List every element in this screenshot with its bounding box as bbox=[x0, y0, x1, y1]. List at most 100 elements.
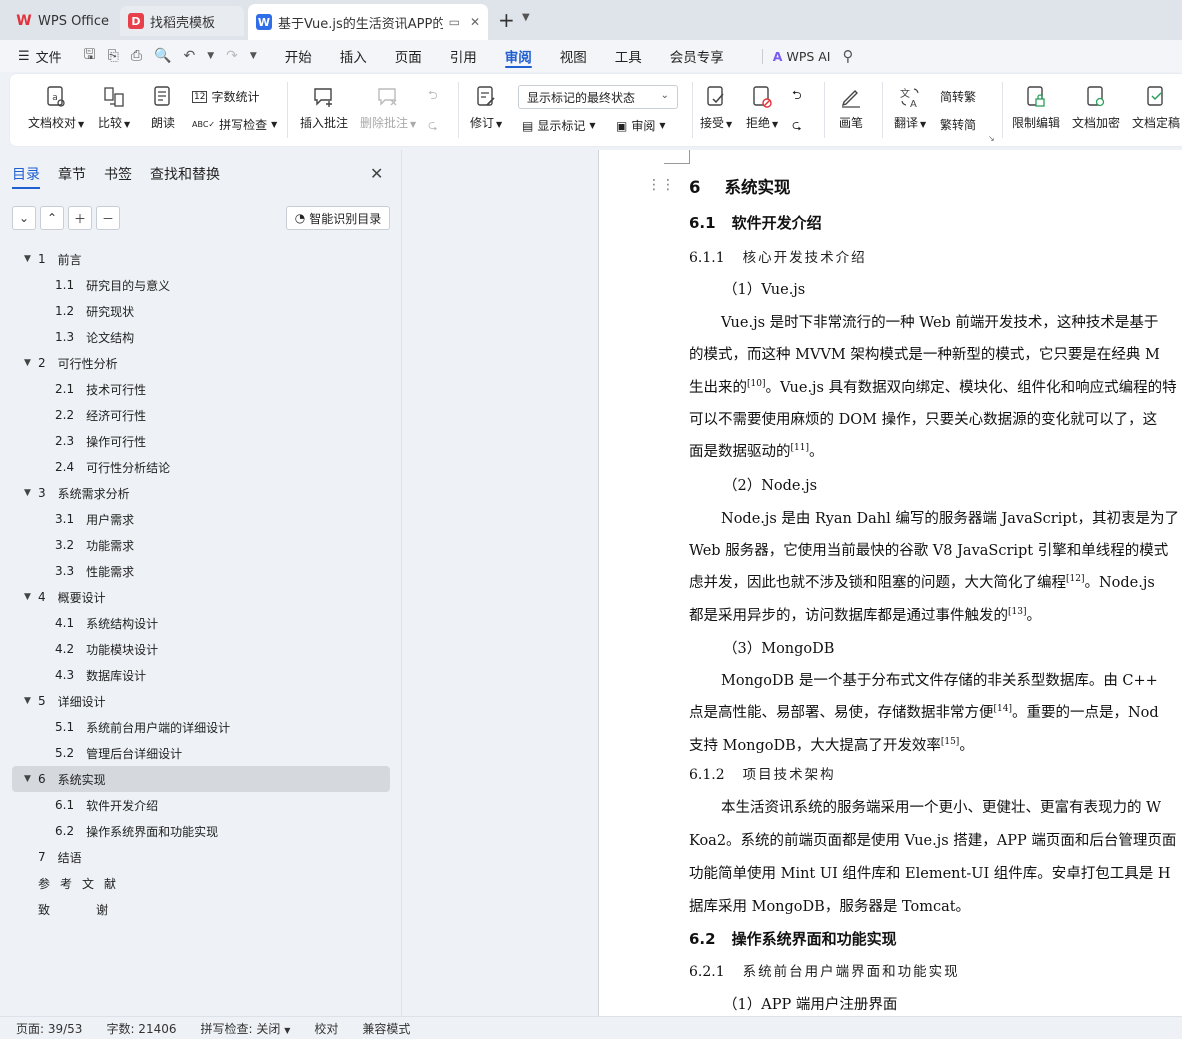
citation-ref[interactable]: [15] bbox=[941, 737, 959, 747]
doc-check-button[interactable]: a 文档校对 ▼ bbox=[28, 74, 84, 131]
close-tab-icon[interactable]: ✕ bbox=[470, 15, 480, 29]
drag-handle-icon[interactable]: ⋮⋮ bbox=[647, 177, 675, 193]
page-indicator[interactable]: 页面: 39/53 bbox=[16, 1020, 82, 1037]
toc-item[interactable]: 2.3 操作可行性 bbox=[12, 428, 390, 454]
print-icon[interactable]: ⎙ bbox=[131, 48, 142, 64]
toc-item[interactable]: 4.3 数据库设计 bbox=[12, 662, 390, 688]
read-aloud-button[interactable]: 朗读 bbox=[150, 74, 176, 131]
toc-item[interactable]: 6.1 软件开发介绍 bbox=[12, 792, 390, 818]
menu-tab-insert[interactable]: 插入 bbox=[340, 40, 367, 72]
new-tab-icon[interactable]: + bbox=[498, 8, 515, 32]
insert-comment-button[interactable]: 插入批注 bbox=[300, 74, 348, 131]
tab-docer-templates[interactable]: D 找稻壳模板 bbox=[120, 6, 244, 36]
toc-item[interactable]: ▼ 1 前言 bbox=[12, 246, 390, 272]
previous-comment-icon[interactable]: ⮌ bbox=[428, 86, 438, 107]
caret-down-icon[interactable]: ▼ bbox=[24, 696, 38, 706]
wps-ai-button[interactable]: A WPS AI bbox=[761, 48, 831, 64]
caret-down-icon[interactable]: ▼ bbox=[24, 358, 38, 368]
add-heading-button[interactable]: ＋ bbox=[68, 206, 92, 230]
toc-item[interactable]: 3.2 功能需求 bbox=[12, 532, 390, 558]
redo-icon[interactable]: ↷ bbox=[226, 48, 238, 64]
collapse-all-button[interactable]: ⌄ bbox=[12, 206, 36, 230]
delete-comment-button[interactable]: 删除批注 ▼ bbox=[360, 74, 416, 131]
toc-item[interactable]: ▼ 4 概要设计 bbox=[12, 584, 390, 610]
expand-up-button[interactable]: ⌃ bbox=[40, 206, 64, 230]
toc-item[interactable]: ▼ 3 系统需求分析 bbox=[12, 480, 390, 506]
menu-tab-home[interactable]: 开始 bbox=[285, 40, 312, 72]
toc-item[interactable]: ▼ 6 系统实现 bbox=[12, 766, 390, 792]
close-icon[interactable]: ✕ bbox=[370, 164, 383, 183]
citation-ref[interactable]: [14] bbox=[994, 704, 1012, 714]
caret-down-icon[interactable]: ▼ bbox=[24, 488, 38, 498]
toc-item[interactable]: 3.1 用户需求 bbox=[12, 506, 390, 532]
menu-tab-review[interactable]: 审阅 bbox=[504, 40, 532, 72]
toc-item[interactable]: 1.2 研究现状 bbox=[12, 298, 390, 324]
toc-item[interactable]: 7 结语 bbox=[12, 844, 390, 870]
proofread-status[interactable]: 校对 bbox=[314, 1020, 338, 1037]
menu-tab-tools[interactable]: 工具 bbox=[615, 40, 642, 72]
show-markup-button[interactable]: ▤ 显示标记 ▼ bbox=[522, 117, 596, 134]
spell-check-button[interactable]: ABC✓ 拼写检查 ▼ bbox=[192, 116, 277, 133]
toc-item[interactable]: 3.3 性能需求 bbox=[12, 558, 390, 584]
chevron-down-icon[interactable]: ▼ bbox=[522, 12, 530, 23]
track-changes-button[interactable]: 修订 ▼ bbox=[470, 74, 502, 131]
tab-wps-office[interactable]: W WPS Office bbox=[8, 6, 118, 36]
review-pane-button[interactable]: ▣ 审阅 ▼ bbox=[616, 117, 666, 134]
spell-check-status[interactable]: 拼写检查: 关闭 ▼ bbox=[201, 1020, 291, 1037]
previous-change-icon[interactable]: ⮌ bbox=[792, 86, 802, 107]
markup-state-select[interactable]: 显示标记的最终状态 ⌄ bbox=[518, 85, 678, 109]
toc-item[interactable]: 参考文献 bbox=[12, 870, 390, 896]
menu-tab-view[interactable]: 视图 bbox=[560, 40, 587, 72]
accept-button[interactable]: 接受 ▼ bbox=[700, 74, 732, 131]
nav-tab-toc[interactable]: 目录 bbox=[12, 164, 40, 189]
simplified-to-traditional-button[interactable]: 简转繁 bbox=[940, 88, 976, 105]
document-page[interactable]: ⋮⋮ 6 系统实现 6.1 软件开发介绍 6.1.1 核心开发技术介绍 （1）Vue.js V… bbox=[598, 150, 1182, 1016]
screen-icon[interactable]: ▭ bbox=[449, 15, 460, 29]
nav-tab-find-replace[interactable]: 查找和替换 bbox=[150, 164, 220, 184]
next-comment-icon[interactable]: ⮎ bbox=[428, 116, 438, 137]
next-change-icon[interactable]: ⮎ bbox=[792, 116, 802, 137]
citation-ref[interactable]: [13] bbox=[1008, 607, 1026, 617]
menu-tab-page[interactable]: 页面 bbox=[395, 40, 422, 72]
toc-item[interactable]: 1.1 研究目的与意义 bbox=[12, 272, 390, 298]
word-count-button[interactable]: 12 字数统计 bbox=[192, 88, 259, 105]
translate-button[interactable]: 文A 翻译 ▼ bbox=[894, 74, 926, 131]
encrypt-doc-button[interactable]: 文档加密 bbox=[1072, 74, 1120, 131]
smart-toc-button[interactable]: ◔ 智能识别目录 bbox=[286, 206, 390, 230]
more-dropdown-icon[interactable]: ▼ bbox=[250, 51, 257, 61]
citation-ref[interactable]: [11] bbox=[791, 443, 809, 453]
toc-item[interactable]: 6.2 操作系统界面和功能实现 bbox=[12, 818, 390, 844]
toc-item[interactable]: 4.2 功能模块设计 bbox=[12, 636, 390, 662]
tab-document[interactable]: W 基于Vue.js的生活资讯APP的设 ▭ ✕ bbox=[248, 4, 488, 40]
nav-tab-bookmarks[interactable]: 书签 bbox=[104, 164, 132, 184]
toc-item[interactable]: 5.1 系统前台用户端的详细设计 bbox=[12, 714, 390, 740]
expand-group-icon[interactable]: ↘ bbox=[988, 134, 995, 143]
undo-icon[interactable]: ↶ bbox=[183, 48, 195, 64]
undo-dropdown-icon[interactable]: ▼ bbox=[207, 51, 214, 61]
save-icon[interactable]: 🖫 bbox=[84, 44, 96, 68]
toc-item[interactable]: ▼ 5 详细设计 bbox=[12, 688, 390, 714]
pen-button[interactable]: 画笔 bbox=[838, 74, 864, 131]
search-icon[interactable]: ⚲ bbox=[843, 47, 854, 65]
export-icon[interactable]: ⎘ bbox=[108, 48, 119, 64]
toc-item[interactable]: 2.2 经济可行性 bbox=[12, 402, 390, 428]
toc-item[interactable]: 5.2 管理后台详细设计 bbox=[12, 740, 390, 766]
toc-item[interactable]: 1.3 论文结构 bbox=[12, 324, 390, 350]
toc-item[interactable]: 致谢 bbox=[12, 896, 390, 922]
menu-tab-references[interactable]: 引用 bbox=[450, 40, 477, 72]
reject-button[interactable]: 拒绝 ▼ bbox=[746, 74, 778, 131]
toc-item[interactable]: 2.1 技术可行性 bbox=[12, 376, 390, 402]
toc-item[interactable]: ▼ 2 可行性分析 bbox=[12, 350, 390, 376]
print-preview-icon[interactable]: 🔍 bbox=[154, 48, 171, 64]
caret-down-icon[interactable]: ▼ bbox=[24, 774, 38, 784]
traditional-to-simplified-button[interactable]: 繁转简 bbox=[940, 116, 976, 133]
file-menu-button[interactable]: ☰ 文件 bbox=[18, 47, 62, 66]
caret-down-icon[interactable]: ▼ bbox=[24, 592, 38, 602]
toc-item[interactable]: 2.4 可行性分析结论 bbox=[12, 454, 390, 480]
citation-ref[interactable]: [12] bbox=[1066, 574, 1084, 584]
toc-item[interactable]: 4.1 系统结构设计 bbox=[12, 610, 390, 636]
compare-button[interactable]: 比较 ▼ bbox=[98, 74, 130, 131]
finalize-doc-button[interactable]: 文档定稿 bbox=[1132, 74, 1180, 131]
citation-ref[interactable]: [10] bbox=[747, 379, 765, 389]
menu-tab-member[interactable]: 会员专享 bbox=[670, 40, 724, 72]
